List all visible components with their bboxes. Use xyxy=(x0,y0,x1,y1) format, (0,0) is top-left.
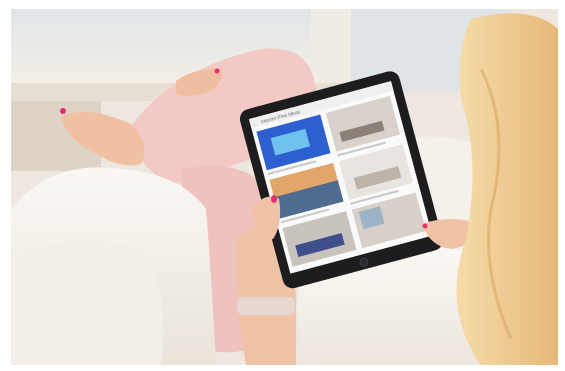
toenail-2 xyxy=(214,68,220,74)
thumb-nail-left xyxy=(271,195,277,203)
thumb-nail xyxy=(422,223,428,229)
photo-frame: ‹ Interior Pins Ideas xyxy=(11,9,558,365)
smart-watch xyxy=(237,297,295,315)
blanket-fold xyxy=(11,241,164,365)
toenail xyxy=(60,108,66,114)
tablet-reading-photo: ‹ Interior Pins Ideas xyxy=(11,9,558,365)
